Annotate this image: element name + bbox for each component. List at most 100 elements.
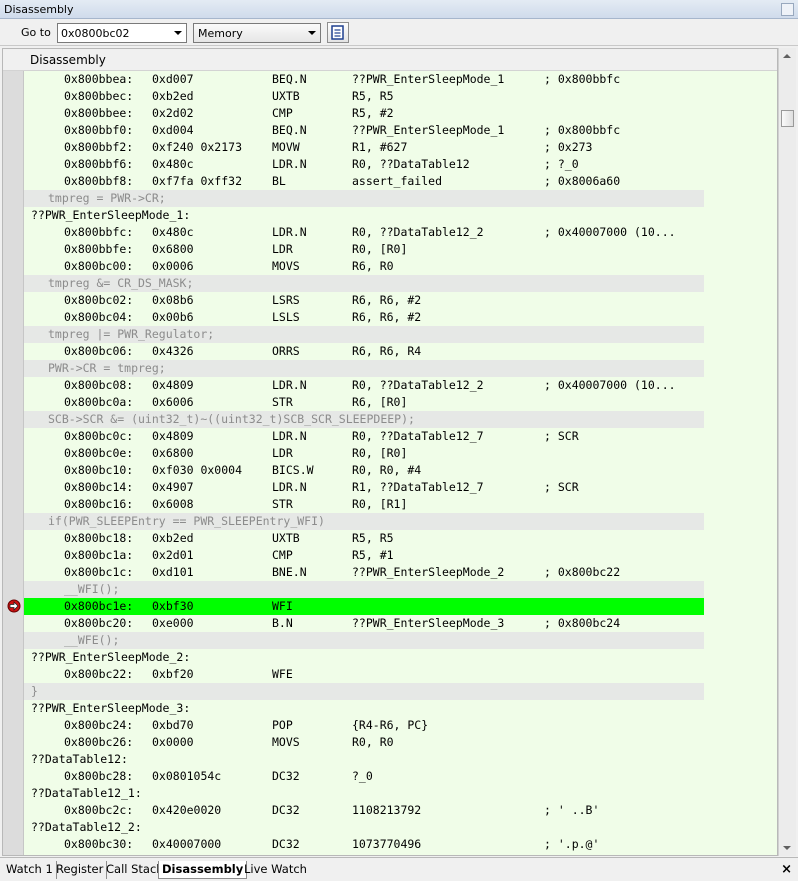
address-cell: 0x800bbf0: xyxy=(64,123,134,137)
address-cell: 0x800bc16: xyxy=(64,497,134,511)
source-line-row[interactable]: tmpreg |= PWR_Regulator; xyxy=(24,326,704,343)
instruction-row[interactable]: 0x800bc08: 0x4809 LDR.N R0, ??DataTable12_2… xyxy=(24,377,777,394)
current-statement-arrow-icon[interactable] xyxy=(7,599,21,613)
disassembly-panel: Disassembly 0x800bbea: 0xd007 BEQ.N ??PWR_E… xyxy=(2,48,778,856)
address-cell: 0x800bbf6: xyxy=(64,157,134,171)
scroll-up-icon[interactable] xyxy=(783,54,791,58)
source-line-row[interactable]: tmpreg = PWR->CR; xyxy=(24,190,704,207)
mnemonic-cell: MOVW xyxy=(272,140,300,154)
mnemonic-cell: POP xyxy=(272,718,293,732)
instruction-row[interactable]: 0x800bc18: 0xb2ed UXTB R5, R5 xyxy=(24,530,777,547)
code-label-row[interactable]: ??DataTable12_1: xyxy=(24,785,777,802)
panel-header: Disassembly xyxy=(3,49,777,71)
instruction-row[interactable]: 0x800bc0e: 0x6800 LDR R0, [R0] xyxy=(24,445,777,462)
source-line-row[interactable]: if(PWR_SLEEPEntry == PWR_SLEEPEntry_WFI) xyxy=(24,513,704,530)
comment-cell: ; ' ..B' xyxy=(544,803,600,817)
mnemonic-cell: B.N xyxy=(272,616,293,630)
scrollbar-thumb[interactable] xyxy=(781,110,794,127)
tab-watch-1[interactable]: Watch 1 xyxy=(3,861,57,879)
tab-disassembly[interactable]: Disassembly xyxy=(158,861,248,879)
source-line-row[interactable]: __WFE(); xyxy=(24,632,704,649)
instruction-row[interactable]: 0x800bc14: 0x4907 LDR.N R1, ??DataTable12_7… xyxy=(24,479,777,496)
instruction-row[interactable]: 0x800bbfc: 0x480c LDR.N R0, ??DataTable12_2… xyxy=(24,224,777,241)
instruction-row[interactable]: 0x800bc0c: 0x4809 LDR.N R0, ??DataTable12_7… xyxy=(24,428,777,445)
vertical-scrollbar[interactable] xyxy=(778,48,796,856)
instruction-row[interactable]: 0x800bbf2: 0xf240 0x2173 MOVW R1, #627 ; 0x2… xyxy=(24,139,777,156)
source-line-row[interactable]: PWR->CR = tmpreg; xyxy=(24,360,704,377)
instruction-row[interactable]: 0x800bc0a: 0x6006 STR R6, [R0] xyxy=(24,394,777,411)
code-label-row[interactable]: ??PWR_EnterSleepMode_2: xyxy=(24,649,777,666)
instruction-row[interactable]: 0x800bbee: 0x2d02 CMP R5, #2 xyxy=(24,105,777,122)
scroll-down-icon[interactable] xyxy=(783,846,791,850)
current-instruction-row[interactable]: 0x800bc1e: 0xbf30 WFI xyxy=(24,598,704,615)
goto-address-combo[interactable] xyxy=(57,23,187,43)
toggle-mixed-mode-button[interactable] xyxy=(327,22,349,43)
instruction-row[interactable]: 0x800bc02: 0x08b6 LSRS R6, R6, #2 xyxy=(24,292,777,309)
comment-cell: ; 0x800bbfc xyxy=(544,123,621,137)
code-label-row[interactable]: ??PWR_EnterSleepMode_3: xyxy=(24,700,777,717)
instruction-row[interactable]: 0x800bc00: 0x0006 MOVS R6, R0 xyxy=(24,258,777,275)
mnemonic-cell: ORRS xyxy=(272,344,300,358)
opcode-cell: 0xd007 xyxy=(152,72,194,86)
opcode-cell: 0x08b6 xyxy=(152,293,194,307)
source-text: SCB->SCR &= (uint32_t)~((uint32_t)SCB_SC… xyxy=(48,412,415,426)
code-label-row[interactable]: ??PWR_EnterSleepMode_1: xyxy=(24,207,777,224)
source-line-row[interactable]: } xyxy=(24,683,704,700)
instruction-row[interactable]: 0x800bc30: 0x40007000 DC32 1073770496 ; '.p.… xyxy=(24,836,777,853)
instruction-row[interactable]: 0x800bc2c: 0x420e0020 DC32 1108213792 ; ' ..… xyxy=(24,802,777,819)
instruction-row[interactable]: 0x800bc28: 0x0801054c DC32 ?_0 xyxy=(24,768,777,785)
memory-zone-select[interactable]: Memory xyxy=(193,23,321,43)
source-line-row[interactable]: SCB->SCR &= (uint32_t)~((uint32_t)SCB_SC… xyxy=(24,411,704,428)
code-label: ??DataTable12: xyxy=(31,752,128,766)
instruction-row[interactable]: 0x800bc04: 0x00b6 LSLS R6, R6, #2 xyxy=(24,309,777,326)
instruction-row[interactable]: 0x800bc1a: 0x2d01 CMP R5, #1 xyxy=(24,547,777,564)
opcode-cell: 0xf7fa 0xff32 xyxy=(152,174,243,188)
tab-register[interactable]: Register xyxy=(53,861,108,879)
operands-cell: R6, [R0] xyxy=(352,395,408,409)
operands-cell: R0, [R0] xyxy=(352,446,408,460)
source-text: tmpreg = PWR->CR; xyxy=(48,191,166,205)
instruction-row[interactable]: 0x800bc06: 0x4326 ORRS R6, R6, R4 xyxy=(24,343,777,360)
operands-cell: R6, R0 xyxy=(352,259,394,273)
opcode-cell: 0xf030 0x0004 xyxy=(152,463,243,477)
mnemonic-cell: BEQ.N xyxy=(272,72,307,86)
chevron-down-icon[interactable] xyxy=(308,31,316,35)
instruction-row[interactable]: 0x800bc10: 0xf030 0x0004 BICS.W R0, R0, #4 xyxy=(24,462,777,479)
instruction-row[interactable]: 0x800bbf6: 0x480c LDR.N R0, ??DataTable12 ; … xyxy=(24,156,777,173)
instruction-row[interactable]: 0x800bbea: 0xd007 BEQ.N ??PWR_EnterSleepMod… xyxy=(24,71,777,88)
address-cell: 0x800bc0a: xyxy=(64,395,134,409)
close-icon[interactable]: × xyxy=(781,862,792,877)
operands-cell: R1, ??DataTable12_7 xyxy=(352,480,484,494)
mnemonic-cell: BNE.N xyxy=(272,565,307,579)
address-cell: 0x800bc02: xyxy=(64,293,134,307)
goto-address-input[interactable] xyxy=(61,26,169,40)
operands-cell: R0, ??DataTable12 xyxy=(352,157,470,171)
code-label-row[interactable]: ??DataTable12_2: xyxy=(24,819,777,836)
instruction-row[interactable]: 0x800bbf0: 0xd004 BEQ.N ??PWR_EnterSleepMod… xyxy=(24,122,777,139)
instruction-row[interactable]: 0x800bc20: 0xe000 B.N ??PWR_EnterSleepMode_… xyxy=(24,615,777,632)
mnemonic-cell: UXTB xyxy=(272,531,300,545)
code-label-row[interactable]: ??DataTable12: xyxy=(24,751,777,768)
address-cell: 0x800bc20: xyxy=(64,616,134,630)
instruction-row[interactable]: 0x800bbec: 0xb2ed UXTB R5, R5 xyxy=(24,88,777,105)
disassembly-listing[interactable]: 0x800bbea: 0xd007 BEQ.N ??PWR_EnterSleepMod… xyxy=(24,71,777,853)
source-line-row[interactable]: tmpreg &= CR_DS_MASK; xyxy=(24,275,704,292)
instruction-row[interactable]: 0x800bc16: 0x6008 STR R0, [R1] xyxy=(24,496,777,513)
titlebar-button[interactable] xyxy=(781,3,794,16)
breakpoint-gutter[interactable] xyxy=(3,71,24,855)
instruction-row[interactable]: 0x800bc26: 0x0000 MOVS R0, R0 xyxy=(24,734,777,751)
instruction-row[interactable]: 0x800bc1c: 0xd101 BNE.N ??PWR_EnterSleepMod… xyxy=(24,564,777,581)
bottom-tab-bar: Watch 1 Register Call Stack Disassembly … xyxy=(0,857,798,881)
instruction-row[interactable]: 0x800bc22: 0xbf20 WFE xyxy=(24,666,777,683)
instruction-row[interactable]: 0x800bbfe: 0x6800 LDR R0, [R0] xyxy=(24,241,777,258)
address-cell: 0x800bc24: xyxy=(64,718,134,732)
instruction-row[interactable]: 0x800bc24: 0xbd70 POP {R4-R6, PC} xyxy=(24,717,777,734)
source-line-row[interactable]: __WFI(); xyxy=(24,581,704,598)
opcode-cell: 0xbf30 xyxy=(152,599,194,613)
tab-live-watch[interactable]: Live Watch xyxy=(241,861,310,879)
chevron-down-icon[interactable] xyxy=(174,31,182,35)
address-cell: 0x800bc1c: xyxy=(64,565,134,579)
opcode-cell: 0xd004 xyxy=(152,123,194,137)
mnemonic-cell: UXTB xyxy=(272,89,300,103)
instruction-row[interactable]: 0x800bbf8: 0xf7fa 0xff32 BL assert_failed ; … xyxy=(24,173,777,190)
